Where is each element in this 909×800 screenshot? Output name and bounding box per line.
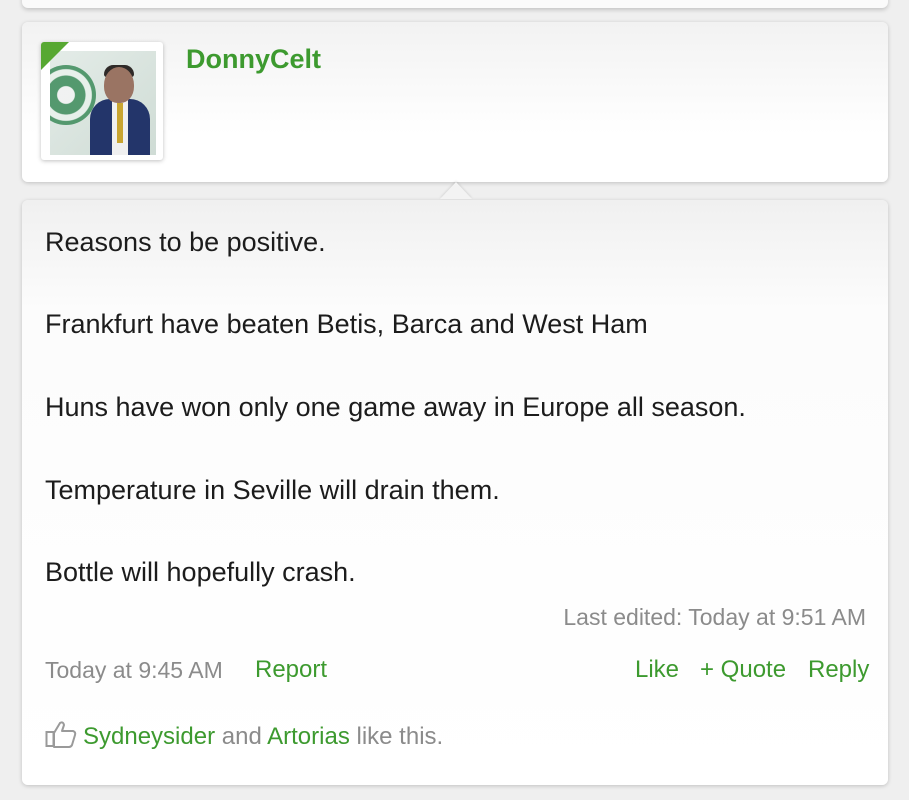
message-body: Reasons to be positive. Frankfurt have b… — [22, 200, 888, 785]
likes-summary: Sydneysider and Artorias like this. — [45, 720, 443, 755]
avatar[interactable] — [41, 42, 163, 160]
thumbs-up-icon — [45, 720, 77, 755]
last-edited-text: Last edited: Today at 9:51 AM — [563, 604, 866, 630]
message-user-info: DonnyCelt — [22, 22, 888, 182]
username-link[interactable]: DonnyCelt — [186, 44, 321, 75]
message-line: Bottle will hopefully crash. — [45, 557, 356, 587]
like-button[interactable]: Like — [635, 656, 679, 684]
previous-post-edge — [22, 0, 888, 8]
message-line: Temperature in Seville will drain them. — [45, 475, 500, 505]
quote-button[interactable]: + Quote — [700, 656, 786, 684]
message-pointer-arrow — [440, 182, 472, 199]
liker-link[interactable]: Sydneysider — [83, 723, 215, 750]
message-line: Reasons to be positive. — [45, 227, 326, 257]
message-line: Huns have won only one game away in Euro… — [45, 392, 746, 422]
report-link[interactable]: Report — [255, 656, 327, 684]
message-line: Frankfurt have beaten Betis, Barca and W… — [45, 309, 648, 339]
online-indicator — [41, 42, 69, 70]
likes-conjunction: and — [221, 723, 262, 750]
post-timestamp[interactable]: Today at 9:45 AM — [45, 657, 223, 684]
liker-link[interactable]: Artorias — [267, 723, 350, 750]
likes-suffix: like this. — [356, 723, 444, 750]
reply-button[interactable]: Reply — [808, 656, 869, 684]
